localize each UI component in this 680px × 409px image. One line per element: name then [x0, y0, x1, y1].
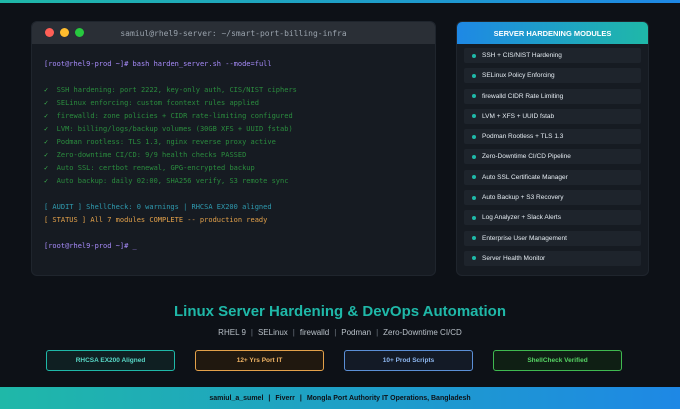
maximize-window-icon[interactable]: [75, 28, 84, 37]
module-label: Server Health Monitor: [482, 254, 546, 262]
badge-scripts: 10+ Prod Scripts: [344, 350, 473, 371]
module-item: Zero-Downtime CI/CD Pipeline: [464, 149, 641, 165]
separator: |: [299, 394, 302, 402]
check-mark-icon: ✓: [44, 112, 49, 120]
separator: |: [268, 394, 271, 402]
bullet-icon: [472, 114, 476, 119]
separator: |: [292, 328, 295, 337]
module-label: Zero-Downtime CI/CD Pipeline: [482, 153, 571, 161]
module-label: Auto Backup + S3 Recovery: [482, 194, 564, 202]
module-item: Auto SSL Certificate Manager: [464, 169, 641, 185]
check-text: LVM: billing/logs/backup volumes (30GB X…: [56, 125, 293, 133]
module-item: Log Analyzer + Slack Alerts: [464, 210, 641, 226]
footer-organization: Mongla Port Authority IT Operations, Ban…: [306, 394, 471, 402]
bullet-icon: [472, 53, 476, 58]
module-label: Auto SSL Certificate Manager: [482, 173, 568, 181]
check-text: SSH hardening: port 2222, key-only auth,…: [56, 86, 297, 94]
bullet-icon: [472, 256, 476, 261]
bullet-icon: [472, 94, 476, 99]
bullet-icon: [472, 154, 476, 159]
module-label: SSH + CIS/NIST Hardening: [482, 52, 562, 59]
footer-username: samiul_a_sumel: [209, 394, 264, 402]
check-mark-icon: ✓: [44, 99, 49, 107]
module-label: Podman Rootless + TLS 1.3: [482, 133, 564, 141]
minimize-window-icon[interactable]: [60, 28, 69, 37]
module-item: firewalld CIDR Rate Limiting: [464, 88, 641, 104]
check-line: ✓ firewalld: zone policies + CIDR rate-l…: [44, 110, 423, 123]
module-label: Enterprise User Management: [482, 234, 567, 242]
module-item: Server Health Monitor: [464, 250, 641, 266]
module-label: Log Analyzer + Slack Alerts: [482, 214, 561, 222]
separator: |: [334, 328, 337, 337]
check-line: ✓ SELinux enforcing: custom fcontext rul…: [44, 97, 423, 110]
terminal-title: samiul@rhel9-server: ~/smart-port-billin…: [120, 28, 347, 38]
command-line: [root@rhel9-prod ~]# bash harden_server.…: [44, 58, 423, 71]
shell-command: bash harden_server.sh --mode=full: [132, 60, 272, 68]
check-line: ✓ Auto SSL: certbot renewal, GPG-encrypt…: [44, 162, 423, 175]
check-line: ✓ Podman rootless: TLS 1.3, nginx revers…: [44, 136, 423, 149]
module-item: LVM + XFS + UUID fstab: [464, 108, 641, 124]
audit-line: [ AUDIT ] ShellCheck: 0 warnings | RHCSA…: [44, 203, 272, 211]
footer-bar: samiul_a_sumel | Fiverr | Mongla Port Author…: [0, 387, 680, 409]
check-mark-icon: ✓: [44, 177, 49, 185]
badge-shellcheck: ShellCheck Verified: [493, 350, 622, 371]
bullet-icon: [472, 236, 476, 241]
bullet-icon: [472, 134, 476, 139]
badge-experience: 12+ Yrs Port IT: [195, 350, 324, 371]
check-text: Auto SSL: certbot renewal, GPG-encrypted…: [56, 164, 255, 172]
check-mark-icon: ✓: [44, 86, 49, 94]
module-item: Enterprise User Management: [464, 230, 641, 246]
separator: |: [250, 328, 253, 337]
check-text: Podman rootless: TLS 1.3, nginx reverse …: [56, 138, 276, 146]
modules-panel: SERVER HARDENING MODULES SSH + CIS/NIST …: [456, 21, 649, 276]
check-mark-icon: ✓: [44, 125, 49, 133]
shell-prompt-idle: [root@rhel9-prod ~]# _: [44, 242, 137, 250]
module-item: SSH + CIS/NIST Hardening: [464, 48, 641, 63]
check-mark-icon: ✓: [44, 151, 49, 159]
check-line: ✓ Auto backup: daily 02:00, SHA256 verif…: [44, 175, 423, 188]
module-label: SELinux Policy Enforcing: [482, 72, 555, 80]
check-mark-icon: ✓: [44, 164, 49, 172]
tech-item: RHEL 9: [218, 328, 246, 337]
tech-stack-line: RHEL 9 | SELinux | firewalld | Podman | Zero-Dow…: [0, 328, 680, 337]
page-headline: Linux Server Hardening & DevOps Automati…: [174, 303, 506, 320]
check-line: ✓ Zero-downtime CI/CD: 9/9 health checks…: [44, 149, 423, 162]
modules-header: SERVER HARDENING MODULES: [457, 22, 648, 44]
check-line: ✓ SSH hardening: port 2222, key-only aut…: [44, 84, 423, 97]
tech-item: firewalld: [299, 328, 330, 337]
tech-item: Podman: [341, 328, 372, 337]
close-window-icon[interactable]: [45, 28, 54, 37]
tech-item: Zero-Downtime CI/CD: [383, 328, 462, 337]
top-accent-stripe: [0, 0, 680, 3]
terminal-window: samiul@rhel9-server: ~/smart-port-billin…: [31, 21, 436, 276]
shell-prompt: [root@rhel9-prod ~]#: [44, 60, 129, 68]
bullet-icon: [472, 175, 476, 180]
module-item: SELinux Policy Enforcing: [464, 68, 641, 84]
badge-rhcsa: RHCSA EX200 Aligned: [46, 350, 175, 371]
check-text: firewalld: zone policies + CIDR rate-lim…: [56, 112, 293, 120]
check-text: Auto backup: daily 02:00, SHA256 verify,…: [56, 177, 289, 185]
separator: |: [376, 328, 379, 337]
module-label: firewalld CIDR Rate Limiting: [482, 92, 564, 100]
check-mark-icon: ✓: [44, 138, 49, 146]
check-text: SELinux enforcing: custom fcontext rules…: [56, 99, 259, 107]
bullet-icon: [472, 73, 476, 78]
bullet-icon: [472, 195, 476, 200]
module-item: Podman Rootless + TLS 1.3: [464, 129, 641, 145]
module-label: LVM + XFS + UUID fstab: [482, 112, 555, 120]
tech-item: SELinux: [257, 328, 288, 337]
check-line: ✓ LVM: billing/logs/backup volumes (30GB…: [44, 123, 423, 136]
bullet-icon: [472, 215, 476, 220]
terminal-title-bar: samiul@rhel9-server: ~/smart-port-billin…: [32, 22, 435, 44]
module-item: Auto Backup + S3 Recovery: [464, 190, 641, 206]
check-text: Zero-downtime CI/CD: 9/9 health checks P…: [56, 151, 247, 159]
modules-list: SSH + CIS/NIST Hardening SELinux Policy …: [457, 44, 648, 266]
status-line: [ STATUS ] All 7 modules COMPLETE -- pro…: [44, 216, 268, 224]
terminal-output[interactable]: [root@rhel9-prod ~]# bash harden_server.…: [32, 44, 435, 253]
footer-platform: Fiverr: [275, 394, 295, 402]
